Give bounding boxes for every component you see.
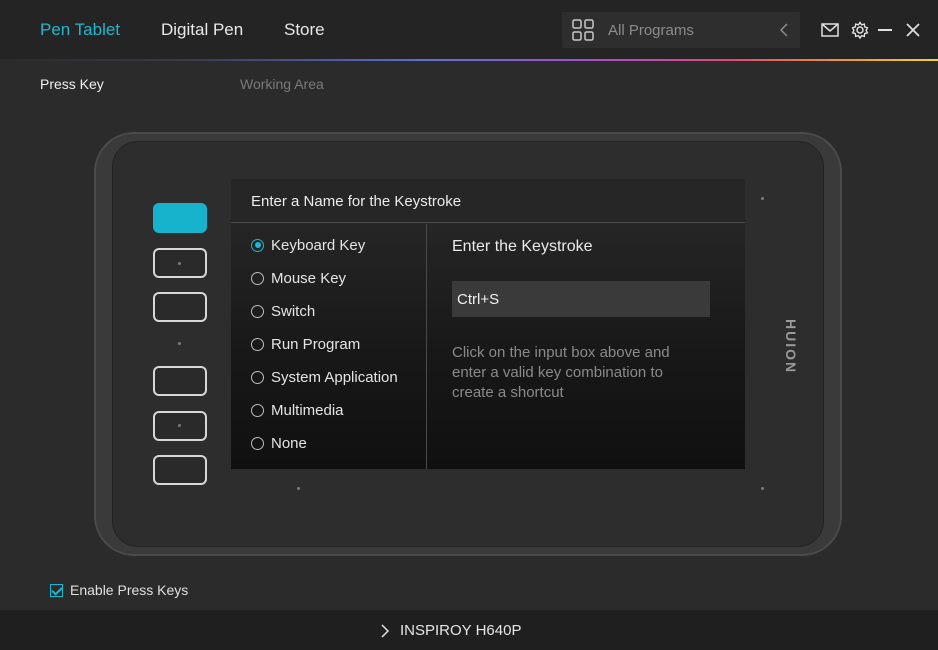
program-select[interactable]: All Programs — [562, 12, 800, 48]
dialog-title: Enter a Name for the Keystroke — [251, 193, 462, 210]
key-indicator-dot — [178, 342, 181, 345]
device-selector[interactable]: INSPIROY H640P — [380, 622, 521, 639]
tab-store[interactable]: Store — [284, 20, 325, 40]
express-key-4[interactable] — [153, 366, 207, 396]
option-label: Run Program — [271, 335, 361, 353]
corner-marker-dot — [761, 487, 764, 490]
footer-bar: INSPIROY H640P — [0, 610, 938, 650]
checkbox-checked-icon[interactable] — [50, 583, 63, 597]
keystroke-input[interactable] — [452, 281, 710, 317]
chevron-left-icon[interactable] — [778, 22, 790, 38]
option-keyboard-key[interactable]: Keyboard Key — [251, 235, 365, 255]
option-system-application[interactable]: System Application — [251, 367, 398, 387]
option-label: System Application — [271, 368, 398, 386]
tab-pen-tablet[interactable]: Pen Tablet — [40, 20, 120, 40]
option-mouse-key[interactable]: Mouse Key — [251, 268, 346, 288]
radio-checked-icon[interactable] — [251, 238, 264, 252]
keystroke-hint: Click on the input box above and enter a… — [452, 344, 670, 401]
enable-press-keys[interactable]: Enable Press Keys — [50, 582, 188, 598]
close-icon[interactable] — [903, 20, 923, 40]
radio-icon[interactable] — [251, 403, 264, 417]
option-label: Switch — [271, 302, 316, 320]
top-bar: Pen Tablet Digital Pen Store All Program… — [0, 0, 938, 60]
gear-icon[interactable] — [850, 20, 870, 40]
radio-icon[interactable] — [251, 337, 264, 351]
express-key-6[interactable] — [153, 455, 207, 485]
radio-icon[interactable] — [251, 304, 264, 318]
key-indicator-dot — [178, 424, 181, 427]
option-none[interactable]: None — [251, 433, 307, 453]
enable-press-keys-label: Enable Press Keys — [70, 582, 189, 598]
keystroke-dialog: Enter a Name for the Keystroke Keyboard … — [231, 179, 745, 469]
subtab-working-area[interactable]: Working Area — [240, 76, 324, 92]
key-indicator-dot — [178, 262, 181, 265]
brand-logo: HUION — [783, 319, 799, 375]
tab-digital-pen[interactable]: Digital Pen — [161, 20, 243, 40]
corner-marker-dot — [761, 197, 764, 200]
dialog-divider — [426, 224, 427, 469]
keystroke-title: Enter the Keystroke — [452, 238, 593, 255]
option-switch[interactable]: Switch — [251, 301, 315, 321]
option-multimedia[interactable]: Multimedia — [251, 400, 344, 420]
option-run-program[interactable]: Run Program — [251, 334, 360, 354]
minimize-icon[interactable] — [875, 20, 895, 40]
dialog-header: Enter a Name for the Keystroke — [231, 179, 745, 223]
device-name: INSPIROY H640P — [400, 622, 522, 639]
subtab-press-key[interactable]: Press Key — [40, 76, 104, 92]
express-key-1[interactable] — [153, 203, 207, 233]
option-label: Multimedia — [271, 401, 344, 419]
program-select-value: All Programs — [608, 22, 694, 39]
accent-divider — [0, 59, 938, 61]
express-key-3[interactable] — [153, 292, 207, 322]
radio-icon[interactable] — [251, 436, 264, 450]
option-label: Keyboard Key — [271, 236, 366, 254]
option-label: None — [271, 434, 307, 452]
radio-icon[interactable] — [251, 271, 264, 285]
corner-marker-dot — [297, 487, 300, 490]
grid-icon — [572, 19, 594, 41]
option-label: Mouse Key — [271, 269, 347, 287]
radio-icon[interactable] — [251, 370, 264, 384]
chevron-right-icon — [381, 623, 390, 638]
mail-icon[interactable] — [820, 20, 840, 40]
